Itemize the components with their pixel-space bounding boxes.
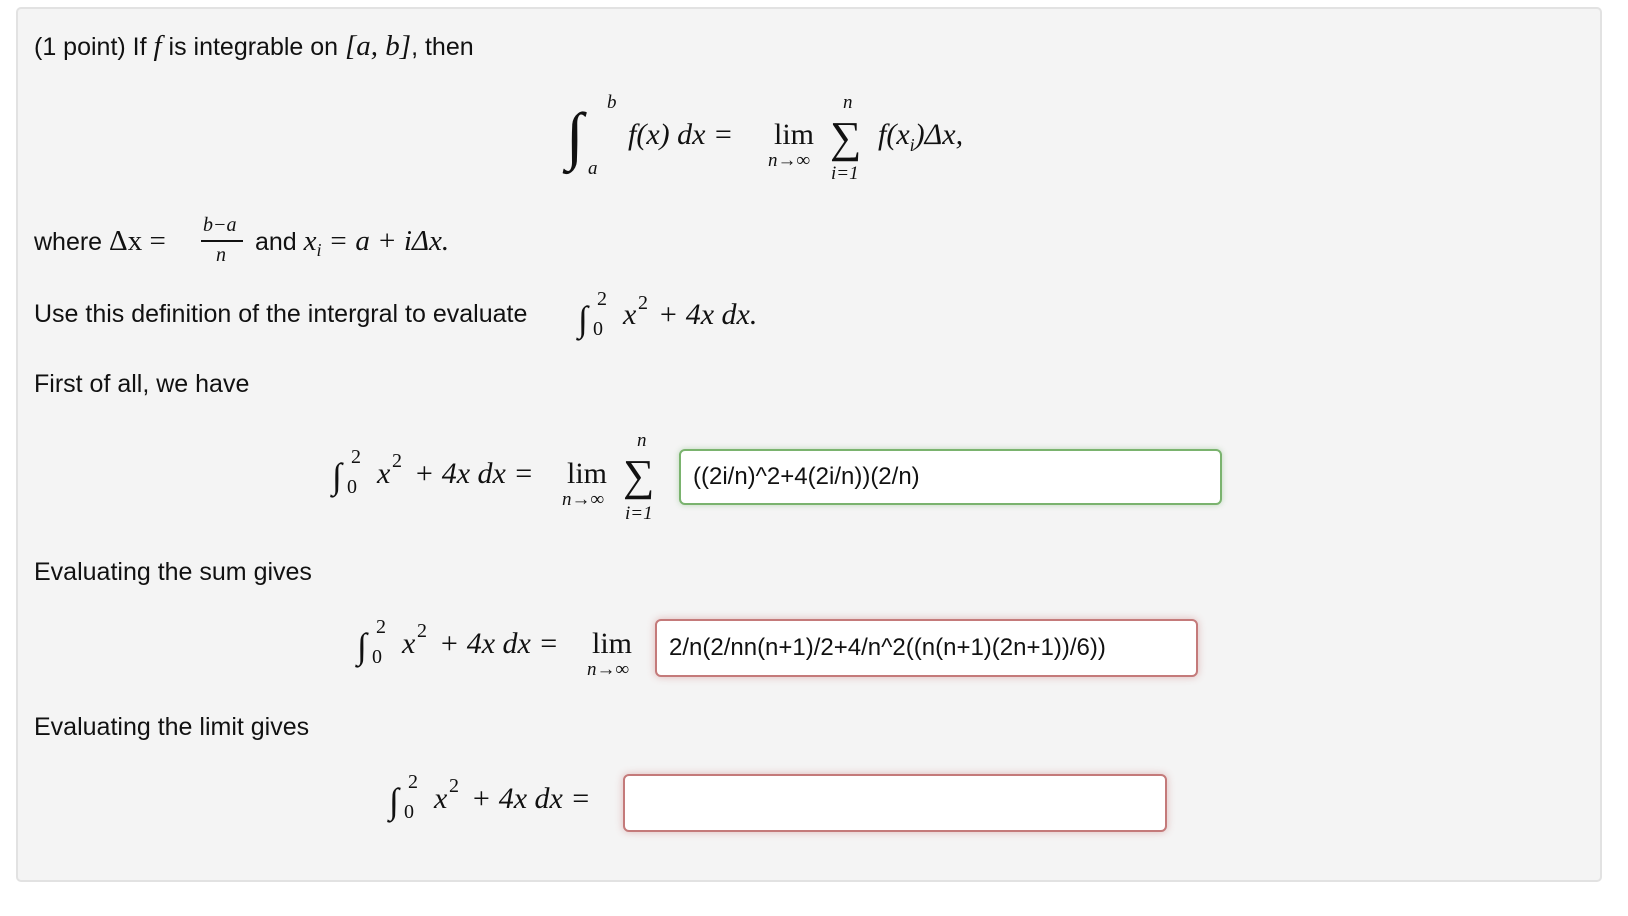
integral-sign: ∫ <box>389 781 399 821</box>
integrand: f(x) dx = <box>628 118 734 151</box>
fraction-numerator: b−a <box>203 214 237 236</box>
lim: lim <box>774 118 815 151</box>
limit-label: Evaluating the limit gives <box>34 713 310 741</box>
where-label: where <box>34 228 110 256</box>
answer-input-1[interactable]: ((2i/n)^2+4(2i/n))(2/n) <box>679 449 1222 505</box>
intro-f: f <box>153 30 162 62</box>
lhs-x: x <box>377 457 391 490</box>
summand-end: )Δx, <box>914 118 964 151</box>
sum-upper: n <box>843 92 853 113</box>
sigma-icon: ∑ <box>830 113 862 162</box>
lhs-upper: 2 <box>351 446 361 468</box>
lhs-upper: 2 <box>408 771 418 793</box>
xi-definition: and xi = a + iΔx. <box>255 225 449 261</box>
xi-sub: i <box>316 240 322 260</box>
lhs-rest: + 4x dx = <box>471 782 591 815</box>
answer-1-value: ((2i/n)^2+4(2i/n))(2/n) <box>693 463 920 490</box>
lhs-rest: + 4x dx = <box>439 627 559 660</box>
answer-input-3[interactable] <box>623 774 1167 832</box>
summand: f(xi)Δx, <box>878 118 963 156</box>
xi-def: = a + iΔx. <box>328 225 450 257</box>
delta-x: Δx = <box>109 225 166 257</box>
where-line: where Δx = <box>34 225 166 258</box>
lhs-x: x <box>434 782 448 815</box>
and-label: and <box>255 228 304 256</box>
lhs-exp: 2 <box>449 775 459 797</box>
answer-2-value: 2/n(2/nn(n+1)/2+4/n^2((n(n+1)(2n+1))/6)) <box>669 634 1106 661</box>
integral-lower: a <box>588 158 598 179</box>
sum-label: Evaluating the sum gives <box>34 558 312 586</box>
instruction-text: Use this definition of the intergral to … <box>34 300 528 328</box>
lhs-x: x <box>402 627 416 660</box>
integral-sign: ∫ <box>578 299 588 339</box>
integral-upper: b <box>607 92 617 113</box>
intro-suffix: , then <box>411 33 474 61</box>
lim: lim <box>567 457 608 490</box>
sum-lower: i=1 <box>831 163 859 184</box>
xi: x <box>303 225 317 257</box>
target-x: x <box>623 298 637 331</box>
intro-prefix: (1 point) If <box>34 33 154 61</box>
instruction-line: Use this definition of the intergral to … <box>34 300 527 329</box>
fraction-bar <box>201 240 243 242</box>
integral-sign: ∫ <box>357 626 367 666</box>
lhs-upper: 2 <box>376 616 386 638</box>
target-exp: 2 <box>638 292 648 314</box>
target-lower: 0 <box>593 318 603 340</box>
sum-upper: n <box>637 430 647 451</box>
lhs-lower: 0 <box>404 801 414 823</box>
integral-sign: ∫ <box>332 456 342 496</box>
lim-sub: n→∞ <box>562 489 605 510</box>
lhs-exp: 2 <box>392 450 402 472</box>
summand-text: f(x <box>878 118 910 151</box>
lim-sub: n→∞ <box>768 150 811 171</box>
target-upper: 2 <box>597 288 607 310</box>
lhs-lower: 0 <box>347 476 357 498</box>
target-rest: + 4x dx. <box>658 298 758 331</box>
lhs-lower: 0 <box>372 646 382 668</box>
fraction-denominator: n <box>216 244 226 266</box>
intro-line: (1 point) If f is integrable on [a, b], … <box>34 30 474 63</box>
lhs-exp: 2 <box>417 620 427 642</box>
sum-lower: i=1 <box>625 503 653 524</box>
integral-sign: ∫ <box>566 100 584 171</box>
first-label: First of all, we have <box>34 370 250 398</box>
lhs-rest: + 4x dx = <box>414 457 534 490</box>
sigma-icon: ∑ <box>623 451 655 500</box>
intro-mid: is integrable on <box>161 33 346 61</box>
intro-interval: [a, b] <box>345 30 412 62</box>
answer-input-2[interactable]: 2/n(2/nn(n+1)/2+4/n^2((n(n+1)(2n+1))/6)) <box>655 619 1198 677</box>
lim: lim <box>592 627 633 660</box>
lim-sub: n→∞ <box>587 659 630 680</box>
